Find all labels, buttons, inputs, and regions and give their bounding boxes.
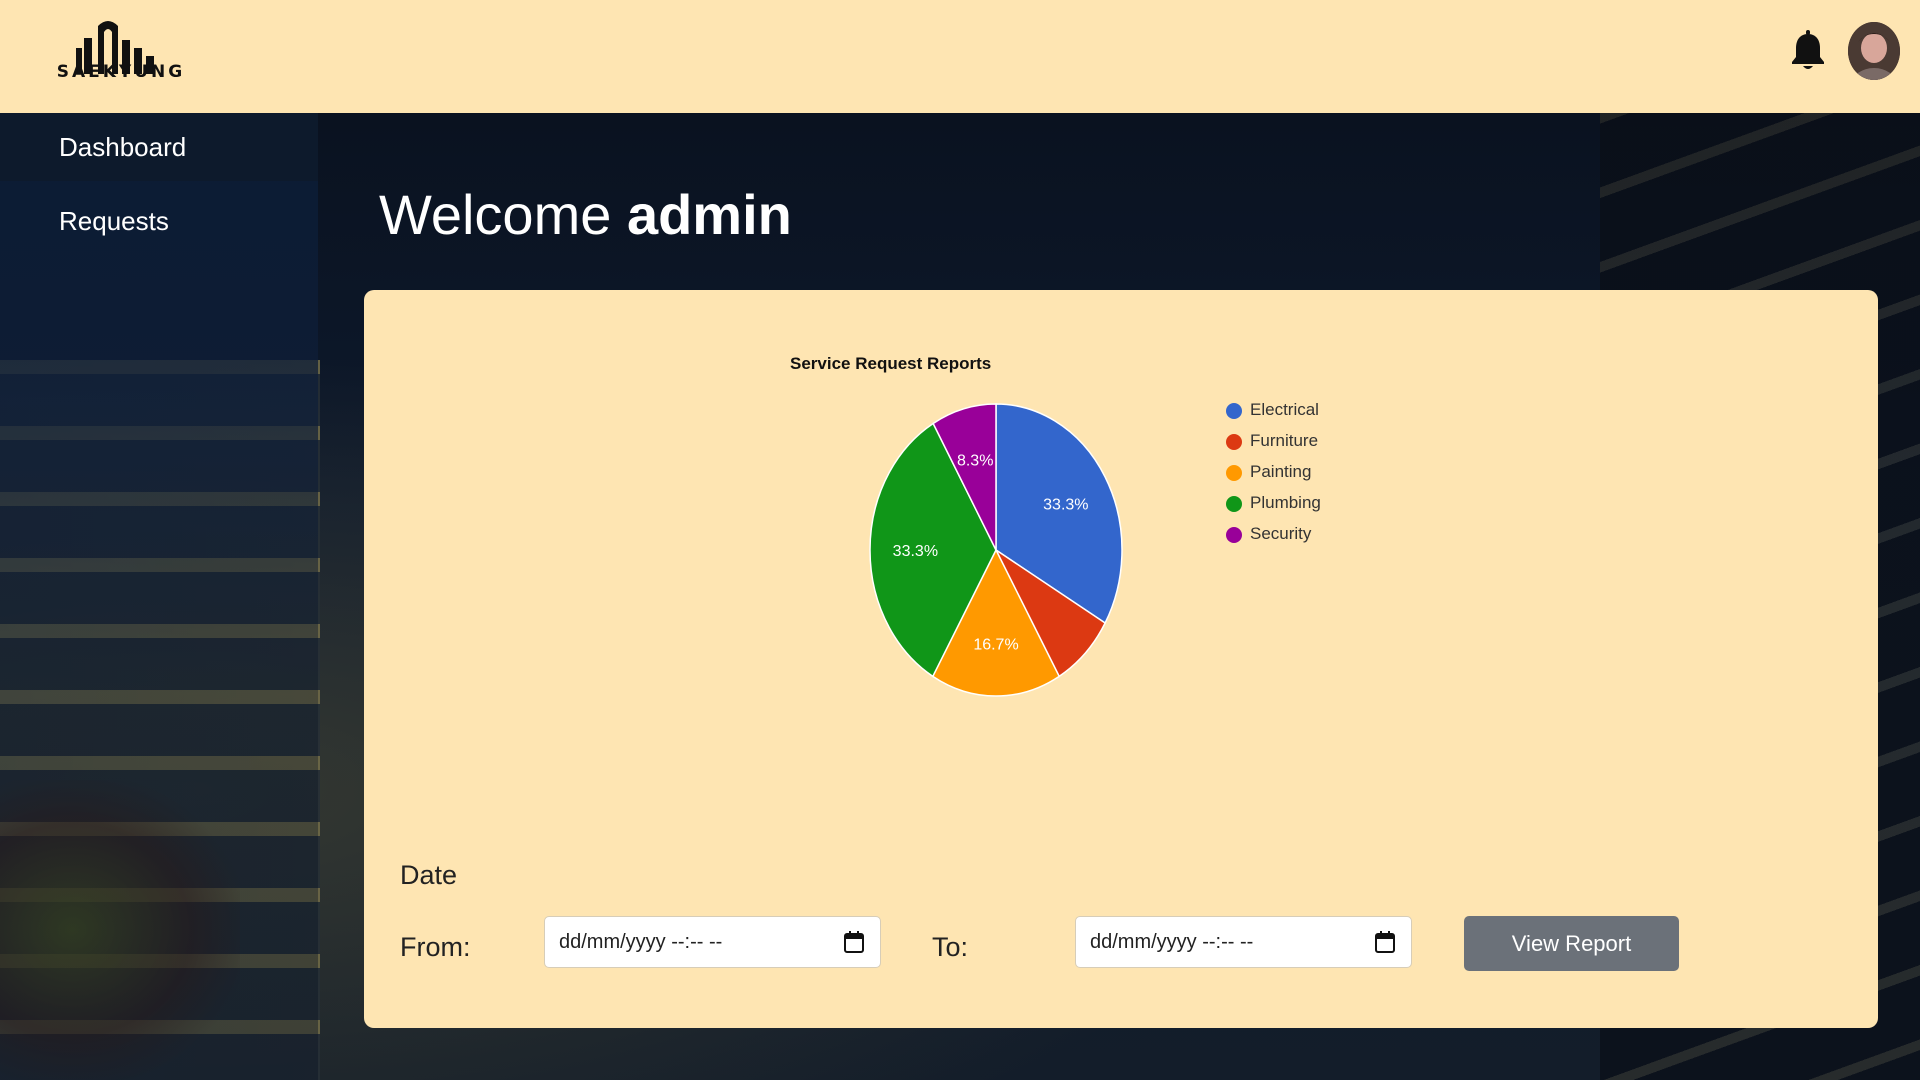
to-date-input[interactable]: dd/mm/yyyy --:-- --	[1075, 916, 1412, 968]
date-label: Date	[400, 860, 458, 890]
sidebar-item-requests[interactable]: Requests	[0, 187, 318, 255]
from-date-value: dd/mm/yyyy --:-- --	[559, 931, 723, 953]
welcome-username: admin	[626, 183, 792, 246]
pie-label-security: 8.3%	[957, 453, 993, 470]
from-date-input[interactable]: dd/mm/yyyy --:-- --	[544, 916, 881, 968]
legend-label: Electrical	[1250, 400, 1319, 419]
to-label: To:	[932, 932, 969, 962]
logo-text: SAEKYUNG	[56, 62, 186, 82]
legend-swatch	[1226, 496, 1242, 512]
calendar-icon[interactable]	[1375, 931, 1395, 953]
legend-swatch	[1226, 465, 1242, 481]
top-bar: SAEKYUNG	[0, 0, 1920, 113]
welcome-greeting: Welcome	[379, 183, 612, 246]
calendar-icon[interactable]	[844, 931, 864, 953]
from-label: From:	[400, 932, 471, 962]
sidebar: Dashboard Requests	[0, 113, 318, 1080]
page-title: Welcome admin	[379, 182, 792, 247]
avatar-image	[1848, 22, 1900, 80]
legend-swatch	[1226, 527, 1242, 543]
pie-chart: 33.3% 16.7% 33.3% 8.3%	[869, 403, 1123, 697]
pie-label-electrical: 33.3%	[1043, 496, 1088, 513]
sidebar-item-dashboard[interactable]: Dashboard	[0, 113, 318, 181]
pie-label-plumbing: 33.3%	[893, 543, 938, 560]
bell-icon[interactable]	[1788, 30, 1828, 72]
user-avatar[interactable]	[1848, 22, 1900, 80]
legend-label: Security	[1250, 524, 1312, 543]
view-report-button[interactable]: View Report	[1464, 916, 1679, 971]
legend-label: Furniture	[1250, 431, 1319, 450]
legend-swatch	[1226, 434, 1242, 450]
to-date-value: dd/mm/yyyy --:-- --	[1090, 931, 1254, 953]
chart-title: Service Request Reports	[790, 354, 992, 373]
legend-swatch	[1226, 403, 1242, 419]
pie-label-painting: 16.7%	[973, 636, 1018, 653]
legend-label: Plumbing	[1250, 493, 1321, 512]
legend-label: Painting	[1250, 462, 1312, 481]
